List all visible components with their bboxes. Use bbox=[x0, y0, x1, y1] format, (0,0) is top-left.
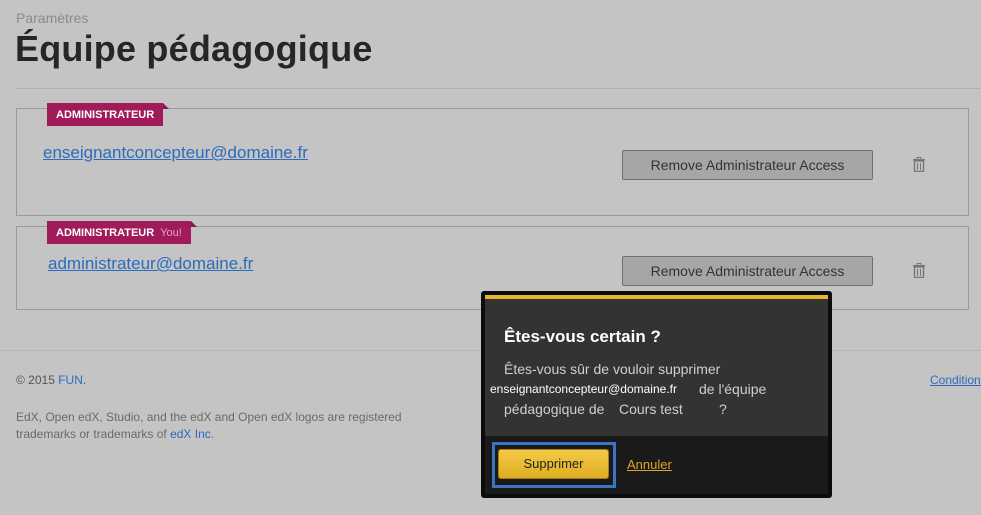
footer-copyright: © 2015 FUN. bbox=[16, 373, 86, 387]
member-card: Administrateur enseignantconcepteur@doma… bbox=[16, 103, 969, 216]
confirm-dialog: Êtes-vous certain ? Êtes-vous sûr de vou… bbox=[481, 291, 832, 498]
divider bbox=[16, 88, 981, 89]
footer-legal: EdX, Open edX, Studio, and the edX and O… bbox=[16, 409, 436, 443]
dialog-message: Êtes-vous sûr de vouloir supprimer bbox=[504, 361, 721, 377]
dialog-message-prefix: pédagogique de bbox=[504, 401, 605, 417]
role-flag-label: Administrateur bbox=[56, 109, 155, 121]
copyright-suffix: . bbox=[82, 373, 87, 387]
cancel-link[interactable]: Annuler bbox=[627, 457, 672, 472]
role-flag: Administrateur You! bbox=[47, 221, 197, 244]
edx-link[interactable]: edX Inc bbox=[170, 427, 211, 441]
dialog-email: enseignantconcepteur@domaine.fr bbox=[490, 382, 677, 396]
confirm-delete-button[interactable]: Supprimer bbox=[498, 449, 609, 479]
dialog-actions: Supprimer Annuler bbox=[485, 436, 828, 494]
trash-icon[interactable] bbox=[912, 263, 926, 278]
remove-admin-button[interactable]: Remove Administrateur Access bbox=[622, 256, 873, 286]
role-flag: Administrateur bbox=[47, 103, 170, 126]
dialog-message-suffix: de l'équipe bbox=[699, 381, 767, 397]
page-subtitle: Paramètres bbox=[16, 10, 89, 26]
page: Paramètres Équipe pédagogique Administra… bbox=[0, 0, 981, 515]
remove-admin-button[interactable]: Remove Administrateur Access bbox=[622, 150, 873, 180]
page-title: Équipe pédagogique bbox=[15, 28, 373, 69]
you-label: You! bbox=[160, 227, 182, 239]
dialog-question-mark: ? bbox=[719, 401, 727, 417]
role-flag-label: Administrateur bbox=[56, 227, 155, 239]
legal-suffix: . bbox=[210, 427, 215, 441]
member-email-link[interactable]: administrateur@domaine.fr bbox=[48, 254, 253, 274]
trash-icon[interactable] bbox=[912, 157, 926, 172]
conditions-link[interactable]: Conditions bbox=[930, 373, 981, 387]
dialog-body: Êtes-vous certain ? Êtes-vous sûr de vou… bbox=[485, 295, 828, 436]
copyright-text: © 2015 bbox=[16, 373, 55, 387]
member-email-link[interactable]: enseignantconcepteur@domaine.fr bbox=[43, 143, 308, 163]
fun-link[interactable]: FUN bbox=[58, 373, 83, 387]
dialog-course: Cours test bbox=[619, 401, 683, 417]
dialog-title: Êtes-vous certain ? bbox=[504, 327, 661, 346]
